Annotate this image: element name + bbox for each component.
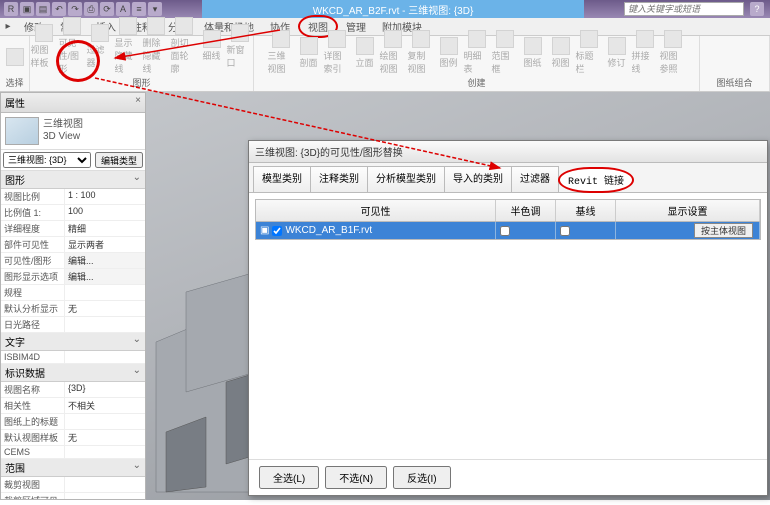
prop-row[interactable]: 比例值 1:100 [1,205,145,221]
titlebar: R ▣ ▤ ↶ ↷ ⎙ ⟳ A ≡ ▾ WKCD_AR_B2F.rvt - 三维… [0,0,770,18]
dlgtab-filters[interactable]: 过滤器 [511,166,559,192]
rb-showhidden[interactable]: 显示隐藏线 [115,17,141,75]
prop-row[interactable]: 可见性/图形编辑... [1,253,145,269]
rb-view[interactable]: 视图 [548,37,574,69]
app-logo[interactable]: R [4,2,18,16]
rg-select: 选择 [5,75,23,89]
rb-schedule[interactable]: 明细表 [464,30,490,75]
prop-row[interactable]: 视图比例1 : 100 [1,189,145,205]
qat-text-icon[interactable]: A [116,2,130,16]
prop-row[interactable]: 部件可见性显示两者 [1,237,145,253]
prop-row[interactable]: ISBIM4D [1,351,145,364]
prop-category[interactable]: 范围⌄ [1,459,145,477]
qat-save-icon[interactable]: ▣ [20,2,34,16]
links-grid: 可见性 半色调 基线 显示设置 ▣ WKCD_AR_B1F.rvt 按主体视图 [255,199,761,240]
qat-print-icon[interactable]: ⎙ [84,2,98,16]
rb-revision[interactable]: 修订 [604,37,630,69]
window-title: WKCD_AR_B2F.rvt - 三维视图: {3D} [202,0,584,18]
qat-sync-icon[interactable]: ⟳ [100,2,114,16]
link-name: WKCD_AR_B1F.rvt [285,225,372,236]
qat-more-icon[interactable]: ≡ [132,2,146,16]
qat-dropdown-icon[interactable]: ▾ [148,2,162,16]
link-underlay-checkbox[interactable] [560,226,570,236]
qat-undo-icon[interactable]: ↶ [52,2,66,16]
dialog-tabs: 模型类别 注释类别 分析模型类别 导入的类别 过滤器 Revit 链接 [249,163,767,193]
rb-3d[interactable]: 三维视图 [268,30,294,75]
type-selector[interactable]: 三维视图3D View [1,113,145,150]
prop-row[interactable]: 相关性不相关 [1,398,145,414]
rb-matchline[interactable]: 拼接线 [632,30,658,75]
prop-row[interactable]: 裁剪区域可见 [1,493,145,500]
help-icon[interactable]: ? [750,2,764,16]
expand-icon[interactable]: ▣ [260,225,269,236]
rb-scope[interactable]: 范围框 [492,30,518,75]
search-input[interactable] [624,2,744,16]
display-settings-button[interactable]: 按主体视图 [694,223,753,238]
rb-callout[interactable]: 详图索引 [324,30,350,75]
rb-modify[interactable] [2,48,28,66]
invert-selection-button[interactable]: 反选(I) [393,466,450,489]
dialog-title: 三维视图: {3D}的可见性/图形替换 [249,141,767,163]
col-display: 显示设置 [616,200,760,221]
prop-row[interactable]: 图纸上的标题 [1,414,145,430]
prop-category[interactable]: 标识数据⌄ [1,364,145,382]
dlgtab-imported[interactable]: 导入的类别 [444,166,512,192]
rb-section[interactable]: 剖面 [296,37,322,69]
rb-sheet[interactable]: 图纸 [520,37,546,69]
ribbon: 选择 视图样板 可见性/图形 过滤器 显示隐藏线 删除隐藏线 剖切面轮廓 细线 … [0,36,770,92]
link-visible-checkbox[interactable] [272,226,282,236]
qat-redo-icon[interactable]: ↷ [68,2,82,16]
dlgtab-model[interactable]: 模型类别 [253,166,311,192]
instance-selector[interactable]: 三维视图: {3D} [3,152,91,168]
rb-elevation[interactable]: 立面 [352,37,378,69]
prop-row[interactable]: 默认分析显示无 [1,301,145,317]
rg-create: 创建 [467,75,485,89]
rb-drafting[interactable]: 绘图视图 [380,30,406,75]
rb-viewtemplate[interactable]: 视图样板 [31,24,57,69]
prop-row[interactable]: CEMS [1,446,145,459]
prop-row[interactable]: 默认视图样板无 [1,430,145,446]
rb-titleblock[interactable]: 标题栏 [576,30,602,75]
prop-row[interactable]: 日光路径 [1,317,145,333]
visibility-dialog: 三维视图: {3D}的可见性/图形替换 模型类别 注释类别 分析模型类别 导入的… [248,140,768,496]
edit-type-button[interactable]: 编辑类型 [95,152,143,168]
properties-panel: 属性× 三维视图3D View 三维视图: {3D} 编辑类型 图形⌄视图比例1… [0,92,146,500]
prop-category[interactable]: 图形⌄ [1,171,145,189]
col-halftone: 半色调 [496,200,556,221]
type-thumb-icon [5,117,39,145]
rb-newwindow[interactable]: 新窗口 [227,24,253,69]
rb-filters[interactable]: 过滤器 [87,24,113,69]
rb-removehidden[interactable]: 删除隐藏线 [143,17,169,75]
qat-open-icon[interactable]: ▤ [36,2,50,16]
rb-visibility[interactable]: 可见性/图形 [59,17,85,75]
rb-viewref[interactable]: 视图参照 [660,30,686,75]
select-none-button[interactable]: 不选(N) [325,466,387,489]
rb-cutprofile[interactable]: 剖切面轮廓 [171,17,197,75]
rb-thinlines[interactable]: 细线 [199,30,225,62]
rg-graphics: 图形 [132,75,150,89]
prop-row[interactable]: 图形显示选项编辑... [1,269,145,285]
dlgtab-revitlinks[interactable]: Revit 链接 [558,167,634,193]
prop-row[interactable]: 视图名称{3D} [1,382,145,398]
link-halftone-checkbox[interactable] [500,226,510,236]
select-all-button[interactable]: 全选(L) [259,466,319,489]
col-visibility: 可见性 [256,200,496,221]
col-underlay: 基线 [556,200,616,221]
quick-access-toolbar: R ▣ ▤ ↶ ↷ ⎙ ⟳ A ≡ ▾ [4,2,162,16]
prop-row[interactable]: 规程 [1,285,145,301]
dlgtab-analytical[interactable]: 分析模型类别 [367,166,445,192]
prop-row[interactable]: 详细程度精细 [1,221,145,237]
ribbon-arrow-icon[interactable]: ▸ [0,21,16,32]
prop-category[interactable]: 文字⌄ [1,333,145,351]
link-row[interactable]: ▣ WKCD_AR_B1F.rvt 按主体视图 [256,222,760,239]
rg-sheetcomp: 图纸组合 [716,75,752,89]
prop-row[interactable]: 裁剪视图 [1,477,145,493]
properties-header: 属性× [1,93,145,113]
rb-legend[interactable]: 图例 [436,37,462,69]
dlgtab-annotation[interactable]: 注释类别 [310,166,368,192]
close-icon[interactable]: × [135,95,141,110]
rb-duplicate[interactable]: 复制视图 [408,30,434,75]
